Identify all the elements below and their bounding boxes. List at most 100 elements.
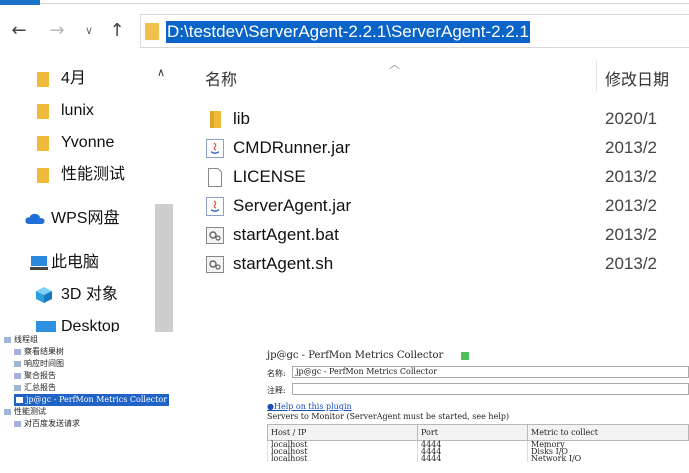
sidebar-item-this-pc[interactable]: 此电脑 [0,248,150,278]
gear-icon [4,409,11,415]
listener-icon [16,397,23,403]
metric-cell[interactable]: Network I/O [527,455,689,463]
sidebar-item-label: Yvonne [61,134,115,151]
file-list: ︿ 名称 修改日期 lib 2020/1 CMDRunner.jar 2013/… [176,54,689,332]
plugin-icon [461,351,470,360]
tree-node-summary-report[interactable]: 汇总报告 [14,382,56,394]
address-path-text[interactable]: D:\testdev\ServerAgent-2.2.1\ServerAgent… [166,21,530,43]
file-row[interactable]: startAgent.bat 2013/2 [176,221,689,250]
desktop-icon [36,321,56,332]
sidebar-item-perf-test[interactable]: 性能测试 [0,160,150,190]
tree-node-aggregate-report[interactable]: 聚合报告 [14,370,56,382]
java-jar-icon [206,139,224,158]
file-name: lib [233,109,251,128]
navigation-pane: 4月 lunix Yvonne 性能测试 WPS网盘 此电脑 3D 对象 Des… [0,54,176,332]
tree-node-results-tree[interactable]: 察看结果树 [14,346,64,358]
script-icon [206,255,224,274]
column-header-host[interactable]: Host / IP [267,424,418,441]
sidebar-item-3d-objects[interactable]: 3D 对象 [0,280,150,310]
sidebar-item-desktop[interactable]: Desktop [0,312,150,332]
java-jar-icon [206,197,224,216]
comment-input[interactable] [292,383,689,395]
sidebar-scrollbar[interactable]: ∧ [152,54,176,332]
back-button[interactable]: ← [8,20,30,42]
address-bar[interactable]: D:\testdev\ServerAgent-2.2.1\ServerAgent… [140,14,689,48]
file-date: 2013/2 [605,225,657,244]
sidebar-item-wps-cloud[interactable]: WPS网盘 [0,204,150,234]
file-row[interactable]: ServerAgent.jar 2013/2 [176,192,689,221]
panel-title: jp@gc - PerfMon Metrics Collector [267,350,470,361]
file-row[interactable]: LICENSE 2013/2 [176,163,689,192]
folder-icon [37,136,49,151]
up-button[interactable]: ↑ [106,20,128,42]
file-date: 2013/2 [605,138,657,157]
column-header-name[interactable]: 名称 [205,66,237,90]
jmeter-window: 线程组 察看结果树 响应时间图 聚合报告 汇总报告 jp@gc - PerfMo… [0,332,689,473]
file-row[interactable]: CMDRunner.jar 2013/2 [176,134,689,163]
file-name: startAgent.sh [233,254,334,273]
sidebar-item-label: Desktop [61,318,120,332]
test-plan-tree: 线程组 察看结果树 响应时间图 聚合报告 汇总报告 jp@gc - PerfMo… [0,332,200,473]
column-header-port[interactable]: Port [417,424,528,441]
tree-node-response-time-graph[interactable]: 响应时间图 [14,358,64,370]
help-link[interactable]: ●Help on this plugin [267,402,352,411]
file-date: 2013/2 [605,254,657,273]
ribbon-divider [40,3,689,4]
folder-icon [37,72,49,87]
sort-ascending-icon: ︿ [389,58,400,71]
sidebar-item-label: WPS网盘 [51,210,120,227]
recent-locations-button[interactable]: ∨ [82,20,96,42]
sidebar-item-label: 性能测试 [61,166,126,183]
name-input[interactable]: jp@gc - PerfMon Metrics Collector [292,366,689,378]
computer-icon [30,256,48,270]
servers-label: Servers to Monitor (ServerAgent must be … [267,412,510,421]
table-header-row: Host / IP Port Metric to collect [267,424,689,441]
servers-table: Host / IP Port Metric to collect localho… [267,424,689,463]
ribbon-strip [0,0,689,8]
comment-label: 注释: [267,386,286,395]
tree-node-baidu-request[interactable]: 对百度发送请求 [14,418,80,430]
table-row[interactable]: localhost 4444 Network I/O [267,455,689,463]
port-cell[interactable]: 4444 [417,455,528,463]
sidebar-item-label: 此电脑 [51,254,100,271]
sidebar-item-label: 4月 [61,70,86,87]
listener-icon [14,373,21,379]
table-row[interactable]: localhost 4444 Disks I/O [267,448,689,456]
file-name: ServerAgent.jar [233,196,352,215]
column-header-metric[interactable]: Metric to collect [527,424,689,441]
file-date: 2013/2 [605,196,657,215]
host-cell[interactable]: localhost [267,455,418,463]
file-row[interactable]: startAgent.sh 2013/2 [176,250,689,279]
sampler-icon [14,421,21,427]
chevron-up-icon[interactable]: ∧ [157,66,165,79]
sidebar-item-yvonne[interactable]: Yvonne [0,128,150,158]
tree-node-perf-test[interactable]: 性能测试 [4,406,46,418]
cloud-icon [25,213,45,224]
folder-icon [37,104,49,119]
file-date: 2013/2 [605,167,657,186]
file-row[interactable]: lib 2020/1 [176,105,689,134]
sidebar-item-4yue[interactable]: 4月 [0,64,150,94]
script-icon [206,226,224,245]
file-tab[interactable] [0,0,40,5]
file-explorer-window: ← → ∨ ↑ D:\testdev\ServerAgent-2.2.1\Ser… [0,0,689,332]
column-divider[interactable] [596,60,597,92]
file-name: CMDRunner.jar [233,138,351,157]
tree-node-perfmon-collector[interactable]: jp@gc - PerfMon Metrics Collector [14,394,170,406]
column-header-modified[interactable]: 修改日期 [605,66,669,90]
table-row[interactable]: localhost 4444 Memory [267,440,689,448]
scroll-thumb[interactable] [155,204,173,332]
file-date: 2020/1 [605,109,657,128]
sidebar-item-lunix[interactable]: lunix [0,96,150,126]
listener-icon [14,349,21,355]
folder-icon [37,168,49,183]
tree-node-thread-group[interactable]: 线程组 [4,334,38,346]
navigation-bar: ← → ∨ ↑ D:\testdev\ServerAgent-2.2.1\Ser… [0,8,689,54]
folder-icon [145,23,159,40]
forward-button[interactable]: → [46,20,68,42]
file-name: LICENSE [233,167,306,186]
help-icon: ● [267,402,274,411]
name-label: 名称: [267,369,286,378]
file-icon [206,168,224,187]
cube-icon [36,287,52,303]
